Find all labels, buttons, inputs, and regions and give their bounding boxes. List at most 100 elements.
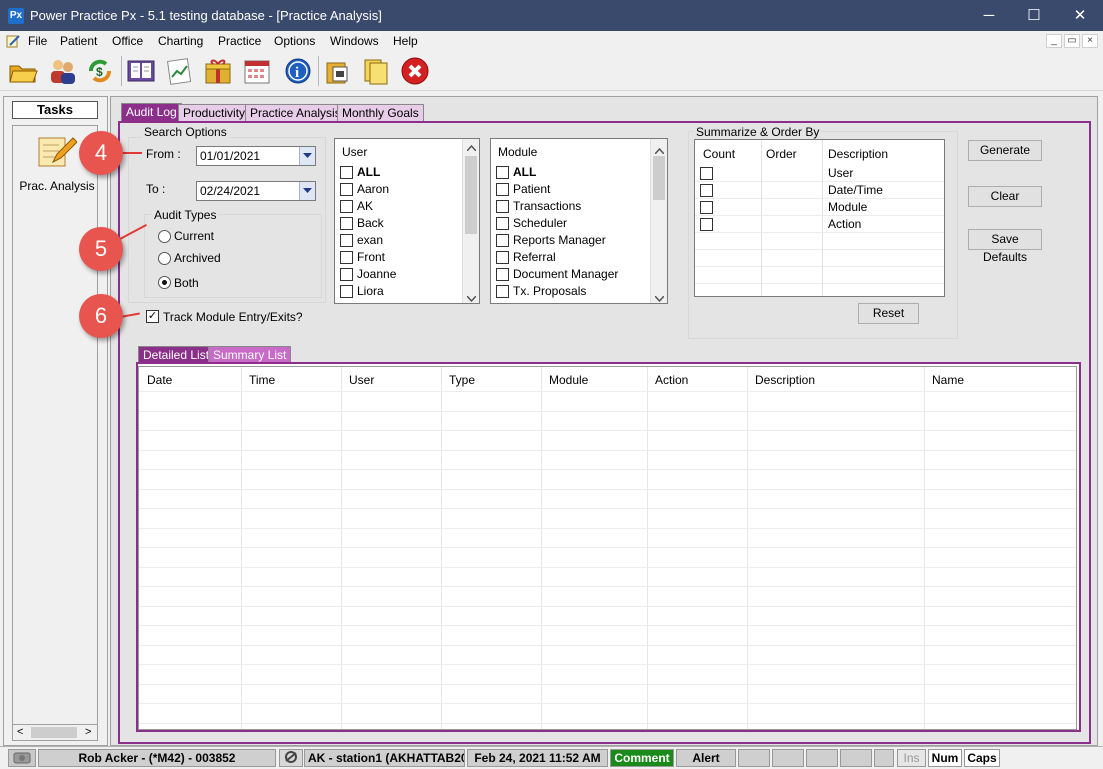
tab-monthly-goals[interactable]: Monthly Goals xyxy=(337,104,424,122)
summarize-description-header[interactable]: Description xyxy=(828,147,888,161)
radio-both[interactable] xyxy=(158,276,171,289)
patients-icon[interactable] xyxy=(46,55,78,87)
grid-header-user[interactable]: User xyxy=(341,367,374,391)
user-item[interactable]: ALL xyxy=(357,165,380,179)
user-checkbox[interactable] xyxy=(340,200,353,213)
maximize-button[interactable]: ☐ xyxy=(1011,0,1057,31)
user-checkbox[interactable] xyxy=(340,183,353,196)
grid-header-description[interactable]: Description xyxy=(747,367,815,391)
user-item[interactable]: exan xyxy=(357,233,383,247)
horizontal-scrollbar[interactable]: < > xyxy=(12,724,98,741)
radio-current-label[interactable]: Current xyxy=(174,229,214,243)
grid-header-date[interactable]: Date xyxy=(139,367,172,391)
menu-practice[interactable]: Practice xyxy=(218,34,261,48)
module-item[interactable]: Scheduler xyxy=(513,216,567,230)
grid-header-name[interactable]: Name xyxy=(924,367,964,391)
folders-icon[interactable] xyxy=(360,55,392,87)
user-item[interactable]: Aaron xyxy=(357,182,389,196)
grid-header-type[interactable]: Type xyxy=(441,367,475,391)
module-checkbox[interactable] xyxy=(496,166,509,179)
scroll-down-icon[interactable] xyxy=(466,291,477,305)
module-item[interactable]: ALL xyxy=(513,165,536,179)
track-module-checkbox[interactable]: ✓ xyxy=(146,310,159,323)
grid-header-module[interactable]: Module xyxy=(541,367,588,391)
close-window-button[interactable]: ✕ xyxy=(1057,0,1103,31)
tab-productivity[interactable]: Productivity xyxy=(178,104,251,122)
reset-button[interactable]: Reset xyxy=(858,303,919,324)
gifts-icon[interactable] xyxy=(202,55,234,87)
grid-header-time[interactable]: Time xyxy=(241,367,275,391)
audit-results-grid[interactable]: Date Time User Type Module Action Description N… xyxy=(138,366,1077,730)
radio-both-label[interactable]: Both xyxy=(174,276,199,290)
user-checkbox[interactable] xyxy=(340,166,353,179)
mdi-minimize-button[interactable]: _ xyxy=(1046,34,1062,48)
menu-patient[interactable]: Patient xyxy=(60,34,97,48)
user-checkbox[interactable] xyxy=(340,268,353,281)
transactions-icon[interactable]: $ xyxy=(84,55,116,87)
minimize-button[interactable]: ─ xyxy=(966,0,1012,31)
vertical-scrollbar[interactable] xyxy=(650,139,667,303)
module-checkbox[interactable] xyxy=(496,285,509,298)
scroll-down-icon[interactable] xyxy=(654,291,665,305)
module-checkbox[interactable] xyxy=(496,200,509,213)
menu-options[interactable]: Options xyxy=(274,34,315,48)
save-defaults-button[interactable]: Save Defaults xyxy=(968,229,1042,264)
scroll-up-icon[interactable] xyxy=(654,143,665,157)
from-date-field[interactable]: 01/01/2021 xyxy=(196,146,316,166)
summarize-count-header[interactable]: Count xyxy=(703,147,735,161)
user-item[interactable]: Joanne xyxy=(357,267,396,281)
summarize-checkbox[interactable] xyxy=(700,201,713,214)
chevron-down-icon[interactable] xyxy=(299,182,315,200)
menu-windows[interactable]: Windows xyxy=(330,34,379,48)
user-checkbox[interactable] xyxy=(340,251,353,264)
module-checkbox[interactable] xyxy=(496,217,509,230)
clear-button[interactable]: Clear xyxy=(968,186,1042,207)
user-item[interactable]: Liora xyxy=(357,284,384,298)
user-checkbox[interactable] xyxy=(340,217,353,230)
module-item[interactable]: Document Manager xyxy=(513,267,618,281)
track-module-label[interactable]: Track Module Entry/Exits? xyxy=(163,310,303,324)
user-checkbox[interactable] xyxy=(340,285,353,298)
menu-help[interactable]: Help xyxy=(393,34,418,48)
summarize-grid[interactable]: Count Order Description xyxy=(694,139,945,297)
radio-current[interactable] xyxy=(158,230,171,243)
generate-button[interactable]: Generate xyxy=(968,140,1042,161)
open-folder-icon[interactable] xyxy=(7,55,39,87)
comment-button[interactable]: Comment xyxy=(610,749,674,767)
camera-icon[interactable] xyxy=(8,749,36,767)
radio-archived-label[interactable]: Archived xyxy=(174,251,221,265)
user-item[interactable]: AK xyxy=(357,199,373,213)
module-item[interactable]: Tx. Proposals xyxy=(513,284,586,298)
module-item[interactable]: Patient xyxy=(513,182,550,196)
radio-archived[interactable] xyxy=(158,252,171,265)
notepad-pencil-icon[interactable] xyxy=(37,134,78,168)
scroll-up-icon[interactable] xyxy=(466,143,477,153)
vertical-scrollbar[interactable] xyxy=(462,139,479,303)
user-item[interactable]: Back xyxy=(357,216,384,230)
menu-charting[interactable]: Charting xyxy=(158,34,203,48)
summarize-checkbox[interactable] xyxy=(700,167,713,180)
schedule-book-icon[interactable] xyxy=(125,55,157,87)
notepad-icon[interactable] xyxy=(6,34,20,48)
summarize-checkbox[interactable] xyxy=(700,218,713,231)
grid-header-action[interactable]: Action xyxy=(647,367,688,391)
reports-icon[interactable] xyxy=(164,55,196,87)
scrollbar-thumb[interactable] xyxy=(653,156,665,200)
exit-icon[interactable] xyxy=(399,55,431,87)
module-checkbox[interactable] xyxy=(496,268,509,281)
alert-button[interactable]: Alert xyxy=(676,749,736,767)
mdi-restore-button[interactable]: ▭ xyxy=(1064,34,1080,48)
tab-practice-analysis[interactable]: Practice Analysis xyxy=(245,104,346,122)
chevron-down-icon[interactable] xyxy=(299,147,315,165)
user-checkbox[interactable] xyxy=(340,234,353,247)
prac-analysis-task[interactable]: Prac. Analysis xyxy=(14,179,100,193)
scroll-right-icon[interactable]: > xyxy=(85,726,91,738)
user-item[interactable]: Front xyxy=(357,250,385,264)
menu-office[interactable]: Office xyxy=(112,34,143,48)
module-item[interactable]: Transactions xyxy=(513,199,581,213)
module-checkbox[interactable] xyxy=(496,234,509,247)
menu-file[interactable]: File xyxy=(28,34,47,48)
summarize-checkbox[interactable] xyxy=(700,184,713,197)
scroll-left-icon[interactable]: < xyxy=(17,726,23,738)
module-checkbox[interactable] xyxy=(496,251,509,264)
